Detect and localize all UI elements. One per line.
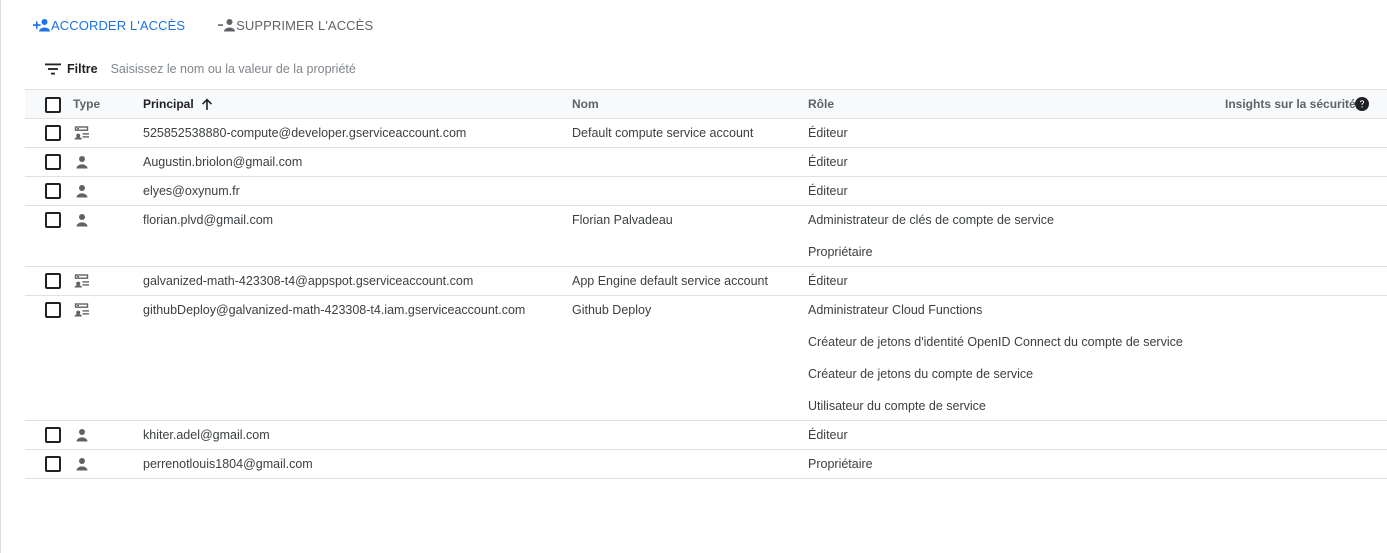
principal-cell: githubDeploy@galvanized-math-423308-t4.i… [143,303,526,317]
remove-person-icon [218,19,236,32]
principal-cell: florian.plvd@gmail.com [143,213,274,227]
principal-cell: Augustin.briolon@gmail.com [143,155,303,169]
row-checkbox[interactable] [45,183,61,199]
row-checkbox[interactable] [45,302,61,318]
grant-access-button[interactable]: ACCORDER L'ACCÈS [32,18,185,33]
person-icon [74,155,90,169]
row-checkbox[interactable] [45,273,61,289]
table-row[interactable]: perrenotlouis1804@gmail.com Propriétaire [25,450,1387,479]
sort-ascending-icon[interactable] [200,97,214,111]
service-account-icon [74,303,90,317]
remove-access-button[interactable]: SUPPRIMER L'ACCÈS [217,18,373,33]
column-header-insights: Insights sur la sécurité [1225,97,1356,111]
principal-cell: khiter.adel@gmail.com [143,428,270,442]
service-account-icon [74,274,90,288]
row-checkbox[interactable] [45,125,61,141]
filter-bar: Filtre [45,58,511,80]
person-icon [74,184,90,198]
nom-cell: Github Deploy [572,303,652,317]
person-icon [74,457,90,471]
roles-cell: Administrateur de clés de compte de serv… [808,206,1054,270]
role-label: Créateur de jetons du compte de service [808,367,1034,381]
table-row[interactable]: Augustin.briolon@gmail.com Éditeur [25,148,1387,177]
service-account-icon [74,126,90,140]
role-label: Éditeur [808,274,848,288]
roles-cell: Propriétaire [808,450,873,482]
nom-cell: Default compute service account [572,126,754,140]
row-checkbox[interactable] [45,427,61,443]
role-label: Créateur de jetons d'identité OpenID Con… [808,335,1183,349]
column-header-role[interactable]: Rôle [808,90,834,118]
roles-cell: Administrateur Cloud Functions Créateur d… [808,296,1183,424]
column-header-principal-label: Principal [143,97,194,111]
left-border [0,0,1,553]
remove-access-label: SUPPRIMER L'ACCÈS [236,17,374,33]
table-body: 525852538880-compute@developer.gservicea… [25,119,1387,479]
row-checkbox[interactable] [45,154,61,170]
principal-cell: perrenotlouis1804@gmail.com [143,457,313,471]
roles-cell: Éditeur [808,177,848,209]
column-header-type[interactable]: Type [73,90,100,118]
row-checkbox[interactable] [45,212,61,228]
table-row[interactable]: khiter.adel@gmail.com Éditeur [25,421,1387,450]
table-row[interactable]: florian.plvd@gmail.com Florian Palvadeau A… [25,206,1387,267]
roles-cell: Éditeur [808,421,848,453]
table-row[interactable]: 525852538880-compute@developer.gservicea… [25,119,1387,148]
person-icon [74,428,90,442]
role-label: Éditeur [808,184,848,198]
person-icon [74,213,90,227]
table-row[interactable]: githubDeploy@galvanized-math-423308-t4.i… [25,296,1387,421]
roles-cell: Éditeur [808,119,848,151]
role-label: Éditeur [808,428,848,442]
column-header-principal[interactable]: Principal [143,90,214,118]
table-row[interactable]: elyes@oxynum.fr Éditeur [25,177,1387,206]
role-label: Administrateur Cloud Functions [808,303,983,317]
table-header: Type Principal Nom Rôle Insights sur la … [25,89,1387,119]
help-icon[interactable] [1355,97,1369,111]
nom-cell: App Engine default service account [572,274,768,288]
filter-label: Filtre [67,62,98,76]
role-label: Éditeur [808,126,848,140]
table-row[interactable]: galvanized-math-423308-t4@appspot.gservi… [25,267,1387,296]
grant-access-label: ACCORDER L'ACCÈS [51,17,186,33]
role-label: Administrateur de clés de compte de serv… [808,213,1054,227]
select-all-checkbox[interactable] [45,97,61,113]
roles-cell: Éditeur [808,267,848,299]
toolbar: ACCORDER L'ACCÈS SUPPRIMER L'ACCÈS [32,14,373,36]
principal-cell: 525852538880-compute@developer.gservicea… [143,126,467,140]
role-label: Éditeur [808,155,848,169]
column-header-nom[interactable]: Nom [572,90,599,118]
principal-cell: galvanized-math-423308-t4@appspot.gservi… [143,274,474,288]
row-checkbox[interactable] [45,456,61,472]
permissions-table: Type Principal Nom Rôle Insights sur la … [25,89,1387,479]
role-label: Propriétaire [808,245,873,259]
principal-cell: elyes@oxynum.fr [143,184,240,198]
add-person-icon [33,19,50,32]
role-label: Utilisateur du compte de service [808,399,986,413]
roles-cell: Éditeur [808,148,848,180]
role-label: Propriétaire [808,457,873,471]
filter-icon[interactable] [45,63,61,75]
filter-input[interactable] [110,62,511,76]
nom-cell: Florian Palvadeau [572,213,673,227]
